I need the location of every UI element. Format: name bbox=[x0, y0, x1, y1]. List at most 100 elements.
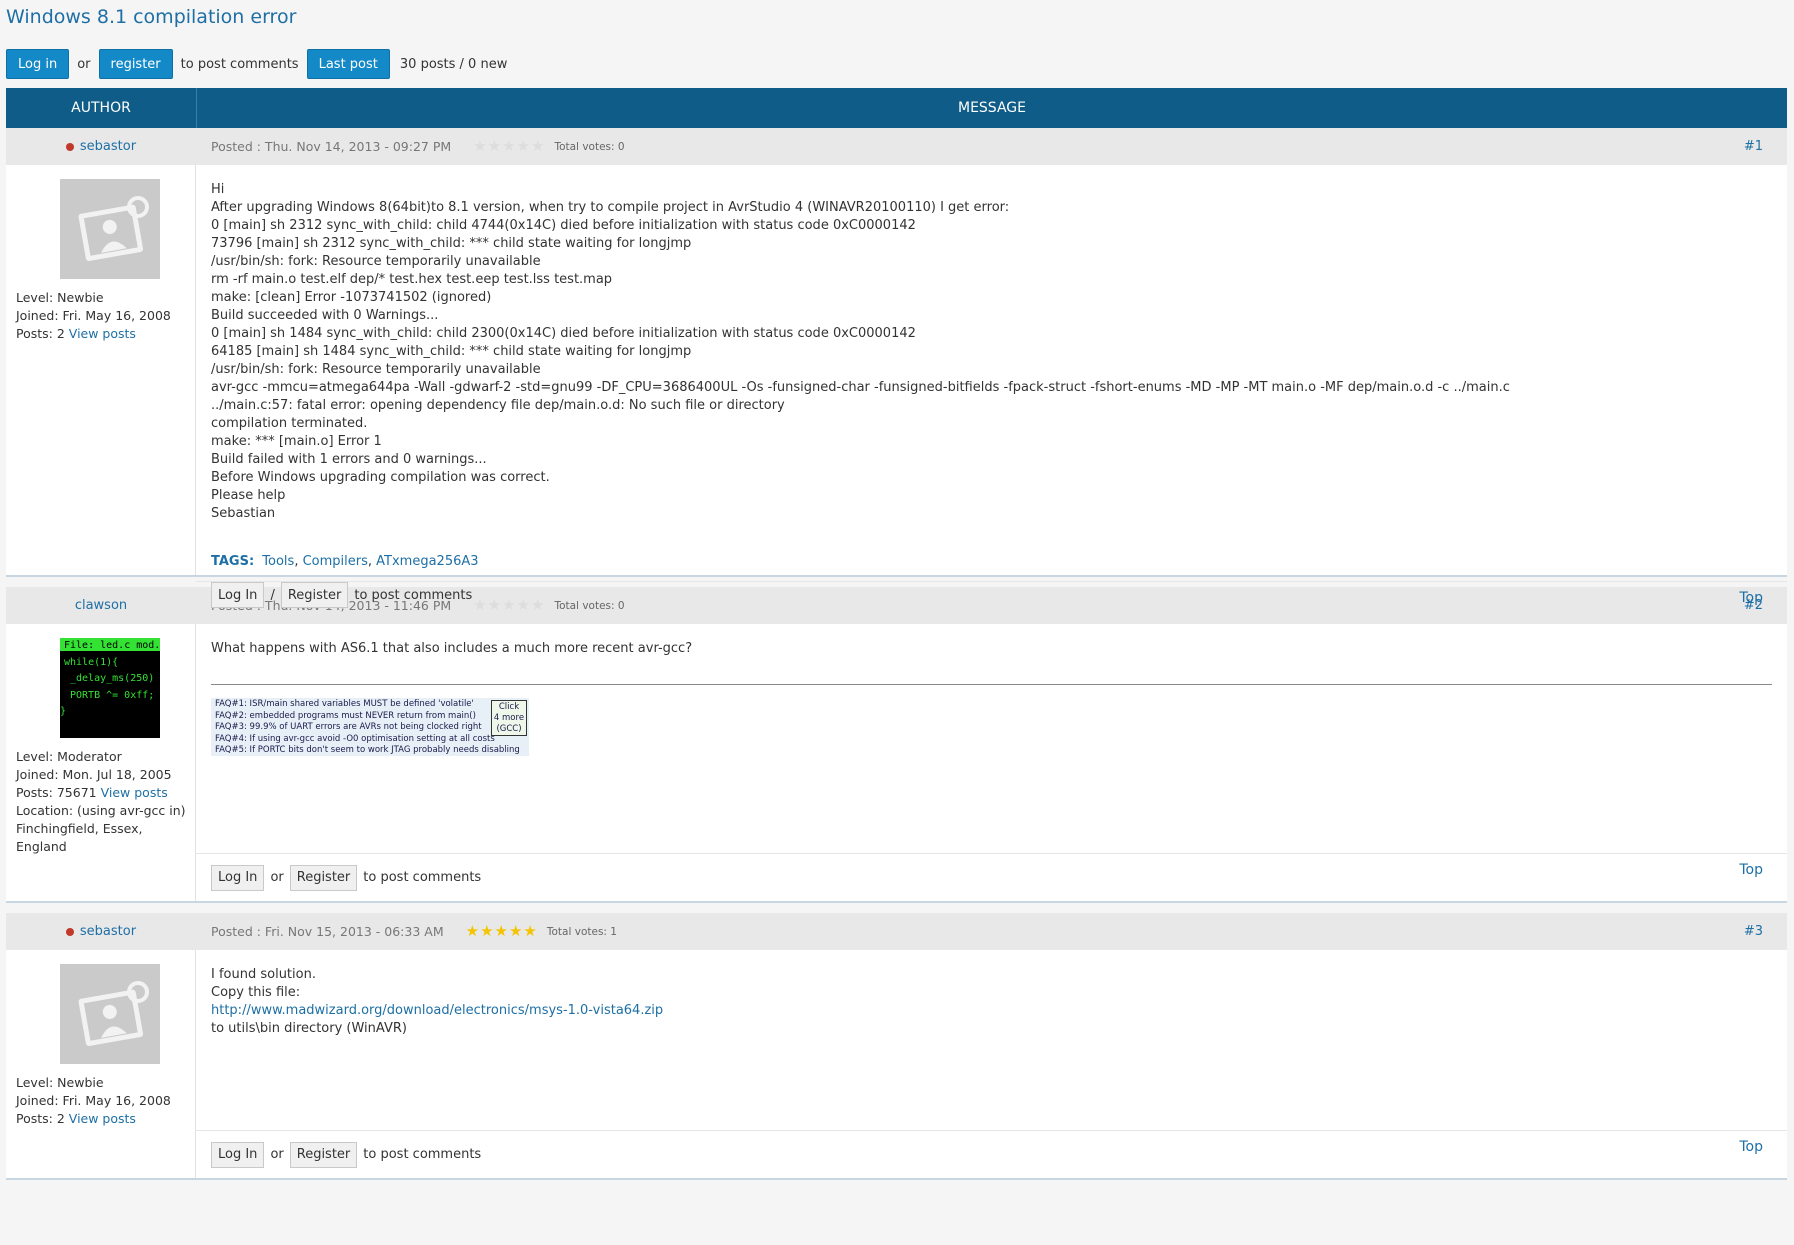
svg-text:File: led.c mod.: File: led.c mod. bbox=[64, 640, 160, 651]
author-info: File: led.c mod. while(1){ _delay_ms(250… bbox=[6, 624, 196, 901]
faq-click-more-button[interactable]: Click 4 more (GCC) bbox=[491, 700, 527, 736]
user-level: Level: Newbie bbox=[16, 290, 104, 305]
star-icon[interactable]: ★ bbox=[531, 139, 544, 154]
user-level: Level: Newbie bbox=[16, 1075, 104, 1090]
download-link[interactable]: http://www.madwizard.org/download/electr… bbox=[211, 1003, 663, 1018]
forum-post: sebastor Posted : Thu. Nov 14, 2013 - 09… bbox=[6, 128, 1787, 608]
default-avatar-icon bbox=[60, 964, 160, 1064]
last-post-button[interactable]: Last post bbox=[306, 49, 390, 79]
post-footer: Log In or Register to post comments Top bbox=[196, 853, 1787, 901]
message-line: Before Windows upgrading compilation was… bbox=[211, 470, 550, 485]
footer-register-button[interactable]: Register bbox=[280, 582, 349, 608]
message-content: Hi After upgrading Windows 8(64bit)to 8.… bbox=[196, 165, 1787, 581]
online-status-icon bbox=[65, 927, 74, 936]
tags: TAGS: Tools, Compilers, ATxmega256A3 bbox=[211, 554, 479, 569]
tag-link[interactable]: Compilers bbox=[303, 554, 368, 569]
signature-divider bbox=[211, 684, 1772, 685]
page-title: Windows 8.1 compilation error bbox=[6, 6, 297, 28]
message-line: ../main.c:57: fatal error: opening depen… bbox=[211, 398, 785, 413]
message-line: After upgrading Windows 8(64bit)to 8.1 v… bbox=[211, 200, 1010, 215]
message-line: rm -rf main.o test.elf dep/* test.hex te… bbox=[211, 272, 613, 287]
forum-post: sebastor Posted : Fri. Nov 15, 2013 - 06… bbox=[6, 913, 1787, 1180]
author-link[interactable]: sebastor bbox=[80, 924, 136, 939]
footer-text: to post comments bbox=[363, 1147, 482, 1162]
footer-register-button[interactable]: Register bbox=[289, 1141, 358, 1168]
post-count: 30 posts / 0 new bbox=[399, 56, 508, 72]
message-line: Copy this file: bbox=[211, 985, 301, 1000]
posted-date: Posted : Fri. Nov 15, 2013 - 06:33 AM bbox=[211, 924, 444, 939]
avatar: File: led.c mod. while(1){ _delay_ms(250… bbox=[60, 638, 160, 738]
total-votes: Total votes: 0 bbox=[554, 140, 625, 153]
star-icon[interactable]: ★ bbox=[480, 924, 493, 939]
tag-link[interactable]: Tools bbox=[262, 554, 294, 569]
svg-text:while(1){: while(1){ bbox=[64, 657, 118, 668]
top-link[interactable]: Top bbox=[1739, 1139, 1763, 1155]
online-status-icon bbox=[65, 142, 74, 151]
rating-stars[interactable]: ★ ★ ★ ★ ★ bbox=[473, 139, 544, 154]
svg-text:}: } bbox=[60, 706, 66, 717]
post-number-link[interactable]: #3 bbox=[1744, 924, 1763, 939]
star-icon[interactable]: ★ bbox=[473, 139, 486, 154]
footer-login-button[interactable]: Log In bbox=[211, 864, 265, 891]
view-posts-link[interactable]: View posts bbox=[101, 785, 168, 800]
star-icon[interactable]: ★ bbox=[517, 139, 530, 154]
message-line: Hi bbox=[211, 182, 225, 197]
message-line: /usr/bin/sh: fork: Resource temporarily … bbox=[211, 254, 541, 269]
view-posts-link[interactable]: View posts bbox=[69, 326, 136, 341]
posted-date: Posted : Thu. Nov 14, 2013 - 09:27 PM bbox=[211, 139, 452, 154]
star-icon[interactable]: ★ bbox=[502, 139, 515, 154]
message-line: 0 [main] sh 2312 sync_with_child: child … bbox=[211, 218, 916, 233]
svg-text:PORTB ^= 0xff;: PORTB ^= 0xff; bbox=[70, 690, 154, 701]
post-number-link[interactable]: #1 bbox=[1744, 139, 1763, 154]
user-posts: Posts: 2 View posts bbox=[16, 1111, 136, 1126]
footer-login-button[interactable]: Log In bbox=[211, 1141, 265, 1168]
user-location: Finchingfield, Essex, bbox=[16, 821, 143, 836]
tag-link[interactable]: ATxmega256A3 bbox=[376, 554, 478, 569]
top-link[interactable]: Top bbox=[1739, 590, 1763, 606]
star-icon[interactable]: ★ bbox=[495, 924, 508, 939]
message-line: 0 [main] sh 1484 sync_with_child: child … bbox=[211, 326, 916, 341]
message-content: What happens with AS6.1 that also includ… bbox=[196, 624, 1787, 853]
message-line: Please help bbox=[211, 488, 286, 503]
footer-separator: or bbox=[270, 870, 284, 885]
post-header: sebastor Posted : Thu. Nov 14, 2013 - 09… bbox=[6, 128, 1787, 165]
top-link[interactable]: Top bbox=[1739, 862, 1763, 878]
author-link[interactable]: sebastor bbox=[80, 139, 136, 154]
login-button[interactable]: Log in bbox=[6, 49, 70, 79]
user-location: Location: (using avr-gcc in) bbox=[16, 803, 186, 818]
footer-login-button[interactable]: Log In bbox=[211, 582, 265, 608]
star-icon[interactable]: ★ bbox=[523, 924, 536, 939]
total-votes: Total votes: 1 bbox=[546, 925, 617, 938]
user-location: England bbox=[16, 839, 67, 854]
signature-faq[interactable]: FAQ#1: ISR/main shared variables MUST be… bbox=[211, 698, 529, 756]
rating-stars[interactable]: ★ ★ ★ ★ ★ bbox=[466, 924, 537, 939]
user-joined: Joined: Fri. May 16, 2008 bbox=[16, 1093, 171, 1108]
avatar bbox=[60, 179, 160, 279]
post-header: sebastor Posted : Fri. Nov 15, 2013 - 06… bbox=[6, 913, 1787, 950]
star-icon[interactable]: ★ bbox=[488, 139, 501, 154]
svg-text:_delay_ms(250): _delay_ms(250) bbox=[70, 673, 154, 684]
footer-separator: or bbox=[270, 1147, 284, 1162]
forum-post: clawson Posted : Thu. Nov 14, 2013 - 11:… bbox=[6, 587, 1787, 903]
user-joined: Joined: Fri. May 16, 2008 bbox=[16, 308, 171, 323]
view-posts-link[interactable]: View posts bbox=[69, 1111, 136, 1126]
or-text: or bbox=[77, 56, 91, 72]
message-line: make: *** [main.o] Error 1 bbox=[211, 434, 382, 449]
message-line: Build succeeded with 0 Warnings... bbox=[211, 308, 439, 323]
user-posts: Posts: 75671 View posts bbox=[16, 785, 168, 800]
footer-register-button[interactable]: Register bbox=[289, 864, 358, 891]
message-line: avr-gcc -mmcu=atmega644pa -Wall -gdwarf-… bbox=[211, 380, 1510, 395]
message-line: /usr/bin/sh: fork: Resource temporarily … bbox=[211, 362, 541, 377]
user-level: Level: Moderator bbox=[16, 749, 122, 764]
star-icon[interactable]: ★ bbox=[509, 924, 522, 939]
author-link[interactable]: clawson bbox=[75, 598, 127, 613]
message-line: 64185 [main] sh 1484 sync_with_child: **… bbox=[211, 344, 692, 359]
register-button[interactable]: register bbox=[98, 49, 173, 79]
author-info: Level: Newbie Joined: Fri. May 16, 2008 … bbox=[6, 165, 196, 575]
post-footer: Log In or Register to post comments Top bbox=[196, 1130, 1787, 1178]
to-post-comments-text: to post comments bbox=[180, 56, 299, 72]
top-actions: Log in or register to post comments Last… bbox=[6, 49, 507, 79]
post-footer: Log In / Register to post comments Top bbox=[196, 581, 1787, 608]
default-avatar-icon bbox=[60, 179, 160, 279]
star-icon[interactable]: ★ bbox=[466, 924, 479, 939]
